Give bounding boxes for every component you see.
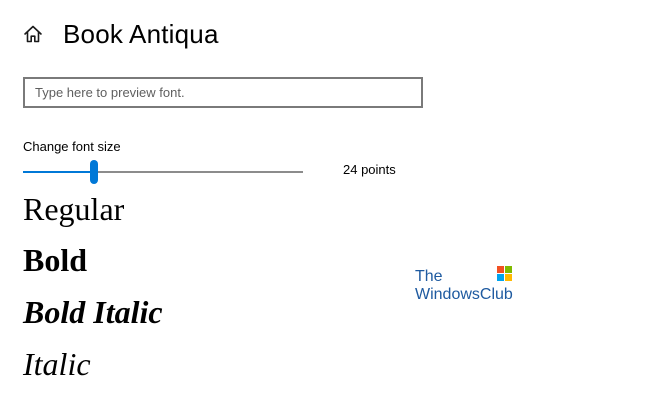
windows-logo-icon: [497, 266, 512, 281]
sample-italic: Italic: [23, 346, 91, 382]
slider-fill: [23, 171, 94, 173]
font-size-label: Change font size: [23, 139, 121, 154]
svg-text:WindowsClub: WindowsClub: [415, 286, 513, 303]
home-button[interactable]: [22, 23, 44, 45]
windowsclub-watermark: The WindowsClub: [415, 266, 513, 303]
sample-bold: Bold: [23, 242, 88, 278]
home-icon: [24, 25, 42, 43]
font-size-slider[interactable]: [23, 160, 303, 184]
font-preview-input[interactable]: [23, 77, 423, 108]
slider-thumb[interactable]: [90, 160, 98, 184]
sample-regular: Regular: [23, 191, 125, 227]
svg-text:The: The: [415, 268, 443, 285]
page-header: Book Antiqua: [22, 14, 219, 54]
sample-bold-italic: Bold Italic: [23, 294, 163, 330]
font-size-value: 24 points: [343, 162, 396, 177]
page-title: Book Antiqua: [63, 18, 219, 49]
